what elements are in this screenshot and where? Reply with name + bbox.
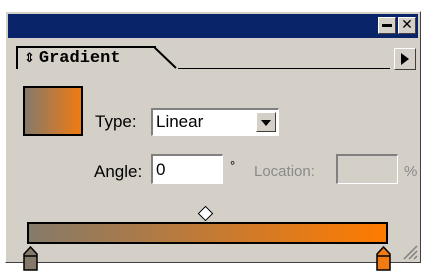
degree-symbol: ° (230, 158, 236, 173)
percent-symbol: % (404, 163, 418, 180)
location-label: Location: (254, 163, 315, 180)
resize-grip-icon[interactable] (400, 242, 418, 260)
location-input[interactable] (336, 154, 398, 184)
angle-input[interactable] (151, 154, 223, 184)
color-stop-icon[interactable] (22, 246, 39, 272)
gradient-ramp[interactable] (27, 222, 388, 244)
close-button[interactable]: ✕ (398, 17, 416, 34)
tab-label: ⇕ Gradient (24, 50, 121, 68)
gradient-panel: ✕ ⇕Gradient Type: Linear Angle: ° Locati… (5, 11, 421, 271)
gradient-swatch[interactable] (23, 86, 83, 136)
diamond-midpoint-icon[interactable] (197, 205, 214, 222)
type-select-value: Linear (156, 112, 204, 131)
tab-title: Gradient (38, 49, 121, 68)
minimize-button[interactable] (378, 17, 396, 34)
panel-menu-button[interactable] (394, 48, 416, 70)
tab-divider (178, 68, 390, 69)
angle-label: Angle: (94, 162, 143, 181)
chevron-down-icon[interactable] (256, 112, 276, 132)
type-label: Type: (95, 112, 137, 131)
color-stop-icon[interactable] (375, 246, 392, 272)
tab-edge (154, 46, 177, 69)
tab-row: ⇕ Gradient (8, 38, 418, 70)
tab-gradient[interactable]: ⇕ Gradient (16, 46, 156, 69)
panel-titlebar[interactable]: ✕ (8, 14, 418, 38)
up-down-arrows-icon: ⇕ (24, 51, 35, 66)
type-select[interactable]: Linear (151, 108, 279, 136)
